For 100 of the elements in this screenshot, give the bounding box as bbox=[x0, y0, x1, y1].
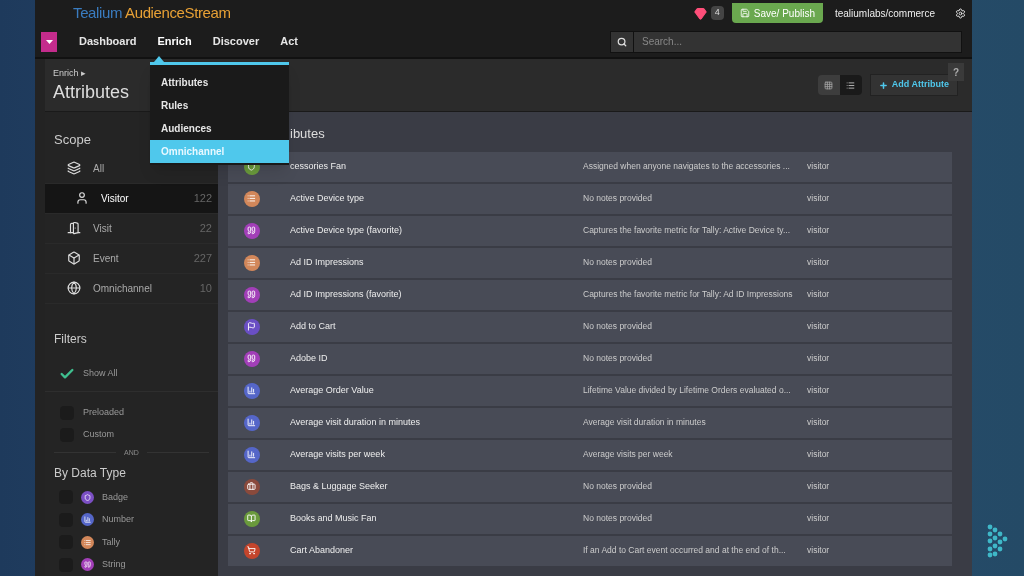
attribute-notes: No notes provided bbox=[583, 512, 653, 525]
attribute-notes: No notes provided bbox=[583, 352, 653, 365]
attribute-notes: Assigned when anyone navigates to the accessories ... bbox=[583, 160, 791, 173]
attribute-row[interactable]: Active Device type (favorite) Captures the favorite metric for Tally: Active Device ty... visitor bbox=[228, 215, 952, 246]
filter-label[interactable]: Show All bbox=[83, 367, 118, 381]
attribute-scope: visitor bbox=[807, 160, 830, 173]
attribute-notes: No notes provided bbox=[583, 320, 653, 333]
account-name[interactable]: tealiumlabs/commerce bbox=[834, 5, 935, 21]
type-label[interactable]: String bbox=[102, 558, 126, 572]
type-label[interactable]: Badge bbox=[102, 490, 129, 504]
scope-item[interactable]: Visitor 122 bbox=[45, 183, 218, 214]
filter-label[interactable]: Preloaded bbox=[83, 405, 125, 420]
attribute-scope: visitor bbox=[807, 448, 830, 461]
section-heading: Filters bbox=[53, 330, 88, 348]
attribute-name: Ad ID Impressions (favorite) bbox=[290, 287, 403, 301]
cube-icon bbox=[67, 251, 81, 265]
attribute-notes: If an Add to Cart event occurred and at the end of th... bbox=[583, 544, 787, 557]
attribute-row[interactable]: Add to Cart No notes provided visitor bbox=[228, 311, 952, 342]
scope-label: Visit bbox=[93, 221, 112, 236]
attribute-notes: Lifetime Value divided by Lifetime Orders evaluated o... bbox=[583, 384, 792, 397]
search-icon bbox=[617, 36, 627, 47]
nav-tab[interactable]: Dashboard bbox=[79, 33, 137, 50]
attribute-row[interactable]: Average visits per week Average visits per week visitor bbox=[228, 439, 952, 470]
globe-icon bbox=[67, 281, 81, 295]
attribute-row[interactable]: Books and Music Fan No notes provided visitor bbox=[228, 503, 952, 534]
settings-icon[interactable] bbox=[955, 7, 966, 19]
section-heading: Scope bbox=[53, 131, 92, 149]
attribute-scope: visitor bbox=[807, 416, 830, 429]
attribute-scope: visitor bbox=[807, 192, 830, 205]
attribute-row[interactable]: Cart Abandoner If an Add to Cart event occurred and at the end of th... visitor bbox=[228, 535, 952, 566]
attribute-name: Bags & Luggage Seeker bbox=[290, 479, 389, 493]
scope-label: Omnichannel bbox=[93, 281, 152, 296]
layers-icon bbox=[67, 161, 81, 175]
door-icon bbox=[67, 221, 81, 235]
grid-view-button[interactable] bbox=[817, 75, 840, 95]
scope-label: Event bbox=[93, 251, 119, 266]
attribute-row[interactable]: Ad ID Impressions No notes provided visitor bbox=[228, 247, 952, 278]
attribute-scope: visitor bbox=[807, 256, 830, 269]
attribute-name: Adobe ID bbox=[290, 351, 329, 365]
section-heading: By Data Type bbox=[53, 465, 127, 482]
scope-count: 227 bbox=[193, 250, 212, 266]
attribute-notes: No notes provided bbox=[583, 256, 653, 269]
attribute-row[interactable]: Average visit duration in minutes Average visit duration in minutes visitor bbox=[228, 407, 952, 438]
gem-icon[interactable] bbox=[693, 6, 707, 20]
type-label[interactable]: Tally bbox=[102, 535, 120, 549]
attribute-notes: Average visit duration in minutes bbox=[583, 416, 707, 429]
attribute-name: Add to Cart bbox=[290, 319, 337, 333]
attribute-name: Active Device type bbox=[290, 191, 366, 205]
plus-icon bbox=[878, 80, 888, 90]
app-logo: Tealium AudienceStream bbox=[73, 2, 231, 23]
search-field[interactable]: Search... bbox=[634, 30, 962, 53]
attribute-row[interactable]: Average Order Value Lifetime Value divided by Lifetime Orders evaluated o... visitor bbox=[228, 375, 952, 406]
scope-count: 22 bbox=[199, 220, 212, 236]
attribute-notes: Captures the favorite metric for Tally: Ad ID Impressions bbox=[583, 288, 794, 301]
attribute-name: Active Device type (favorite) bbox=[290, 223, 404, 237]
scope-label: All bbox=[93, 161, 105, 176]
nav-tab[interactable]: Discover bbox=[212, 33, 260, 50]
scope-count: 10 bbox=[199, 280, 212, 296]
attribute-scope: visitor bbox=[807, 224, 830, 237]
scope-count: 122 bbox=[193, 190, 212, 206]
attribute-scope: visitor bbox=[807, 384, 830, 397]
save-icon bbox=[739, 8, 750, 18]
notification-count: 4 bbox=[710, 6, 724, 20]
attribute-name: Average visit duration in minutes bbox=[290, 415, 421, 429]
attribute-notes: No notes provided bbox=[583, 480, 653, 493]
page-title: Attributes bbox=[53, 80, 130, 103]
attribute-row[interactable]: Bags & Luggage Seeker No notes provided visitor bbox=[228, 471, 952, 502]
attribute-scope: visitor bbox=[807, 320, 830, 333]
breadcrumb[interactable]: Enrich ▸ bbox=[53, 67, 130, 81]
attribute-name: Books and Music Fan bbox=[290, 511, 378, 525]
caret-icon bbox=[45, 39, 53, 44]
scope-label: Visitor bbox=[101, 191, 129, 206]
attribute-notes: Captures the favorite metric for Tally: Active Device ty... bbox=[583, 224, 792, 237]
nav-tab[interactable]: Act bbox=[280, 33, 298, 50]
attribute-row[interactable]: Adobe ID No notes provided visitor bbox=[228, 343, 952, 374]
list-icon bbox=[846, 80, 856, 90]
list-view-button[interactable] bbox=[839, 75, 862, 95]
menu-item[interactable]: Rules bbox=[150, 94, 289, 117]
menu-item[interactable]: Audiences bbox=[150, 117, 289, 140]
attribute-scope: visitor bbox=[807, 512, 830, 525]
list-heading: ibutes bbox=[289, 125, 326, 143]
attribute-scope: visitor bbox=[807, 544, 830, 557]
nav-tab[interactable]: Enrich bbox=[157, 33, 192, 50]
attribute-row[interactable]: cessories Fan Assigned when anyone navigates to the accessories ... visitor bbox=[228, 151, 952, 182]
type-label[interactable]: Number bbox=[102, 513, 134, 527]
filter-label[interactable]: Custom bbox=[83, 427, 114, 442]
attribute-row[interactable]: Ad ID Impressions (favorite) Captures the favorite metric for Tally: Ad ID Impressions visitor bbox=[228, 279, 952, 310]
help-button[interactable]: ? bbox=[948, 63, 964, 81]
person-icon bbox=[75, 191, 89, 205]
attribute-row[interactable]: Active Device type No notes provided visitor bbox=[228, 183, 952, 214]
dots-logo-icon bbox=[986, 524, 1010, 558]
attribute-name: Ad ID Impressions bbox=[290, 255, 365, 269]
attribute-name: cessories Fan bbox=[290, 159, 348, 173]
attribute-name: Average Order Value bbox=[290, 383, 375, 397]
attribute-scope: visitor bbox=[807, 480, 830, 493]
attribute-notes: No notes provided bbox=[583, 192, 653, 205]
menu-toggle-button[interactable] bbox=[41, 31, 57, 52]
attribute-name: Cart Abandoner bbox=[290, 543, 355, 557]
menu-item[interactable]: Attributes bbox=[150, 71, 289, 94]
attribute-scope: visitor bbox=[807, 288, 830, 301]
